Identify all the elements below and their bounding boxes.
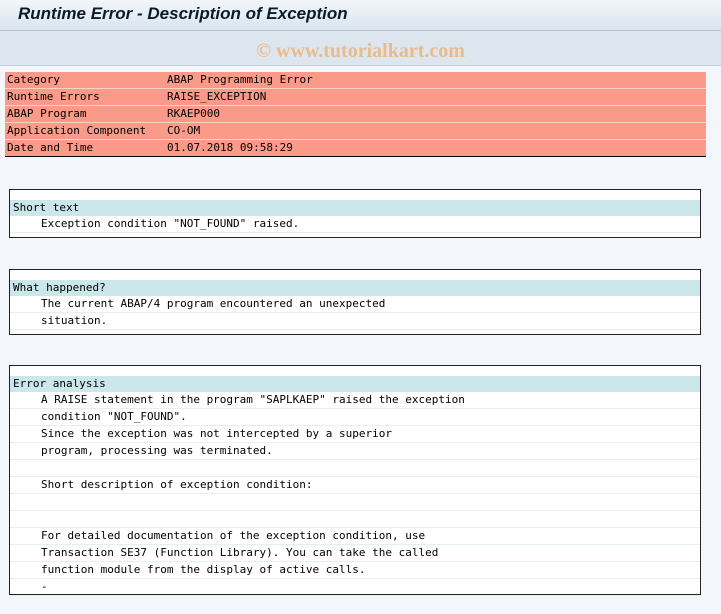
detail-row-abap-program: ABAP Program RKAEP000 xyxy=(5,106,706,123)
detail-value: RKAEP000 xyxy=(167,107,220,120)
detail-key: Category xyxy=(7,73,60,86)
text-line: function module from the display of acti… xyxy=(10,562,700,579)
detail-row-category: Category ABAP Programming Error xyxy=(5,72,706,89)
short-text-section: Short text Exception condition "NOT_FOUN… xyxy=(9,189,701,238)
section-header: What happened? xyxy=(10,280,700,296)
text-line xyxy=(10,494,700,511)
detail-row-date-time: Date and Time 01.07.2018 09:58:29 xyxy=(5,140,706,157)
text-line: - xyxy=(10,579,700,596)
error-analysis-section: Error analysis A RAISE statement in the … xyxy=(9,365,701,596)
text-line xyxy=(10,511,700,528)
text-line: A RAISE statement in the program "SAPLKA… xyxy=(10,392,700,409)
text-line: Short description of exception condition… xyxy=(10,477,700,494)
text-line: Since the exception was not intercepted … xyxy=(10,426,700,443)
detail-value: ABAP Programming Error xyxy=(167,73,313,86)
text-line: Transaction SE37 (Function Library). You… xyxy=(10,545,700,562)
detail-row-runtime-errors: Runtime Errors RAISE_EXCEPTION xyxy=(5,89,706,106)
watermark: © www.tutorialkart.com xyxy=(256,40,465,62)
section-header: Error analysis xyxy=(10,376,700,392)
divider xyxy=(5,156,706,157)
text-line: situation. xyxy=(10,313,700,330)
text-line: For detailed documentation of the except… xyxy=(10,528,700,545)
what-happened-section: What happened? The current ABAP/4 progra… xyxy=(9,269,701,335)
detail-value: RAISE_EXCEPTION xyxy=(167,90,267,103)
detail-row-application-component: Application Component CO-OM xyxy=(5,123,706,140)
error-details-table: Category ABAP Programming Error Runtime … xyxy=(5,72,706,157)
text-line: program, processing was terminated. xyxy=(10,443,700,460)
window-title: Runtime Error - Description of Exception xyxy=(18,4,348,23)
detail-key: ABAP Program xyxy=(7,107,87,120)
detail-value: CO-OM xyxy=(167,124,201,137)
text-line: condition "NOT_FOUND". xyxy=(10,409,700,426)
title-bar: Runtime Error - Description of Exception xyxy=(0,0,721,31)
detail-key: Date and Time xyxy=(7,141,94,154)
text-line xyxy=(10,460,700,477)
detail-key: Application Component xyxy=(7,124,147,137)
text-line: The current ABAP/4 program encountered a… xyxy=(10,296,700,313)
text-line: Exception condition "NOT_FOUND" raised. xyxy=(10,216,700,233)
detail-value: 01.07.2018 09:58:29 xyxy=(167,141,293,154)
detail-key: Runtime Errors xyxy=(7,90,100,103)
section-header: Short text xyxy=(10,200,700,216)
